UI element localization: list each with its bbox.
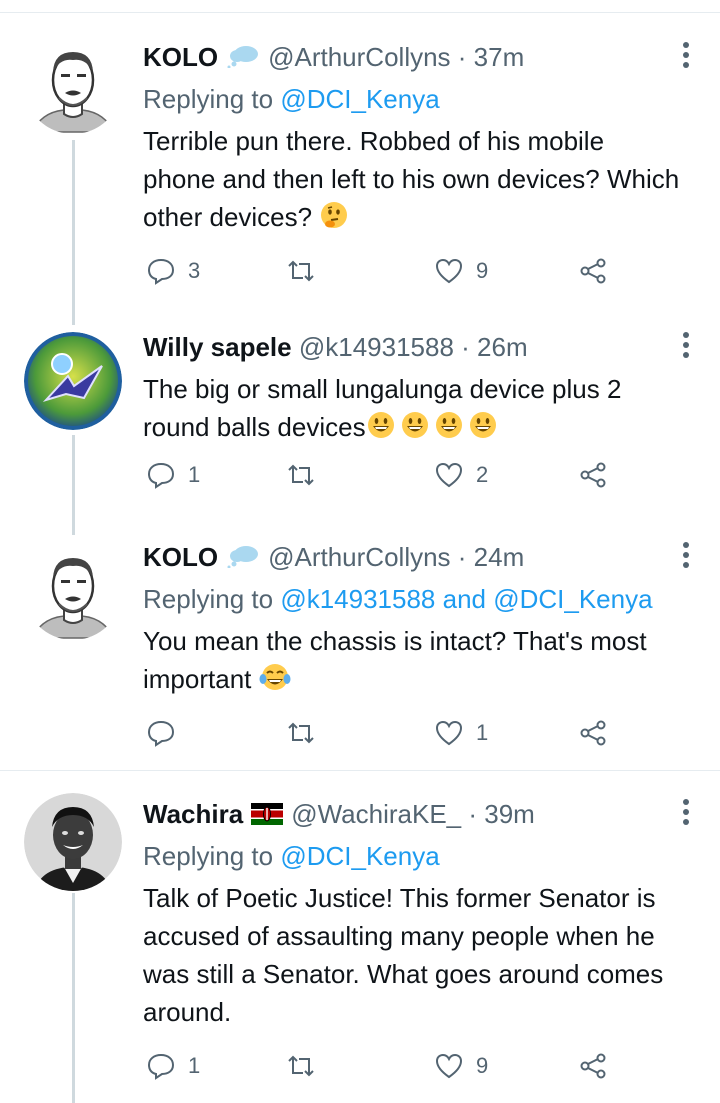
- tweet-kolo-2[interactable]: KOLO @ArthurCollyns · 24m Replying to @k1…: [0, 530, 720, 770]
- more-options-icon[interactable]: [682, 332, 690, 362]
- retweet-button[interactable]: [286, 1049, 328, 1083]
- timestamp[interactable]: · 37m: [458, 42, 524, 72]
- reply-button[interactable]: 1: [146, 1049, 200, 1083]
- retweet-icon: [288, 260, 314, 282]
- handle[interactable]: @ArthurCollyns: [268, 42, 450, 72]
- like-button[interactable]: 1: [434, 716, 488, 750]
- replying-to: Replying to @DCI_Kenya: [143, 841, 440, 872]
- tweet-header: Wachira @WachiraKE_ · 39m: [143, 797, 680, 833]
- action-bar: 3 9: [146, 254, 626, 288]
- replying-to: Replying to @DCI_Kenya: [143, 84, 440, 115]
- retweet-icon: [288, 464, 314, 486]
- share-icon: [580, 258, 606, 284]
- share-button[interactable]: [578, 254, 608, 288]
- avatar[interactable]: [24, 332, 122, 430]
- tweet-header: KOLO @ArthurCollyns · 37m: [143, 40, 680, 76]
- tweet-willy-sapele[interactable]: Willy sapele @k14931588 · 26m The big or…: [0, 320, 720, 535]
- action-bar: 1: [146, 716, 626, 750]
- share-icon: [580, 1053, 606, 1079]
- display-name[interactable]: KOLO: [143, 42, 218, 72]
- heart-icon: [435, 1053, 463, 1079]
- replying-to: Replying to @k14931588 and @DCI_Kenya: [143, 584, 653, 615]
- tweet-text: Terrible pun there. Robbed of his mobile…: [143, 122, 680, 240]
- retweet-button[interactable]: [286, 458, 328, 492]
- handle[interactable]: @ArthurCollyns: [268, 542, 450, 572]
- reply-icon: [147, 1053, 175, 1080]
- tears-of-joy-icon: [259, 662, 291, 702]
- timestamp[interactable]: · 26m: [461, 332, 527, 362]
- like-button[interactable]: 9: [434, 1049, 488, 1083]
- handle[interactable]: @WachiraKE_: [291, 799, 461, 829]
- avatar[interactable]: [24, 793, 122, 891]
- grinning-face-icon: [366, 410, 498, 450]
- reply-icon: [147, 462, 175, 489]
- thought-bubble-icon: [226, 42, 260, 76]
- reply-button[interactable]: 3: [146, 254, 200, 288]
- retweet-button[interactable]: [286, 716, 328, 750]
- share-button[interactable]: [578, 458, 608, 492]
- thought-bubble-icon: [226, 542, 260, 576]
- like-button[interactable]: 2: [434, 458, 488, 492]
- retweet-icon: [288, 722, 314, 744]
- share-icon: [580, 720, 606, 746]
- thinking-face-icon: [319, 200, 349, 240]
- reply-icon: [147, 720, 175, 747]
- tweet-header: KOLO @ArthurCollyns · 24m: [143, 540, 680, 576]
- handle[interactable]: @k14931588: [299, 332, 454, 362]
- tweet-wachira[interactable]: Wachira @WachiraKE_ · 39m Replying to @DC…: [0, 771, 720, 1103]
- heart-icon: [435, 258, 463, 284]
- heart-icon: [435, 720, 463, 746]
- share-button[interactable]: [578, 1049, 608, 1083]
- timestamp[interactable]: · 39m: [468, 799, 534, 829]
- reply-button[interactable]: 1: [146, 458, 200, 492]
- tweet-kolo-1[interactable]: KOLO @ArthurCollyns · 37m Replying to @DC…: [0, 0, 720, 325]
- kenya-flag-icon: [251, 799, 284, 833]
- thread-line: [72, 140, 75, 325]
- thread-line: [72, 435, 75, 535]
- share-icon: [580, 462, 606, 488]
- tweet-text: The big or small lungalunga device plus …: [143, 370, 680, 450]
- display-name[interactable]: Wachira: [143, 799, 243, 829]
- avatar[interactable]: [24, 36, 122, 134]
- heart-icon: [435, 462, 463, 488]
- share-button[interactable]: [578, 716, 608, 750]
- display-name[interactable]: KOLO: [143, 542, 218, 572]
- action-bar: 1 2: [146, 458, 626, 492]
- tweet-header: Willy sapele @k14931588 · 26m: [143, 330, 680, 364]
- display-name[interactable]: Willy sapele: [143, 332, 292, 362]
- retweet-icon: [288, 1055, 314, 1077]
- thread-line: [72, 893, 75, 1103]
- more-options-icon[interactable]: [682, 799, 690, 829]
- like-button[interactable]: 9: [434, 254, 488, 288]
- timestamp[interactable]: · 24m: [458, 542, 524, 572]
- tweet-text: Talk of Poetic Justice! This former Sena…: [143, 883, 664, 1028]
- mention-link[interactable]: @DCI_Kenya: [280, 84, 439, 114]
- mention-link[interactable]: @k14931588 and @DCI_Kenya: [280, 584, 652, 614]
- tweet-text: You mean the chassis is intact? That's m…: [143, 622, 680, 702]
- reply-button[interactable]: [146, 716, 188, 750]
- reply-icon: [147, 258, 175, 285]
- action-bar: 1 9: [146, 1049, 626, 1083]
- avatar[interactable]: [24, 542, 122, 640]
- more-options-icon[interactable]: [682, 42, 690, 72]
- retweet-button[interactable]: [286, 254, 328, 288]
- more-options-icon[interactable]: [682, 542, 690, 572]
- mention-link[interactable]: @DCI_Kenya: [280, 841, 439, 871]
